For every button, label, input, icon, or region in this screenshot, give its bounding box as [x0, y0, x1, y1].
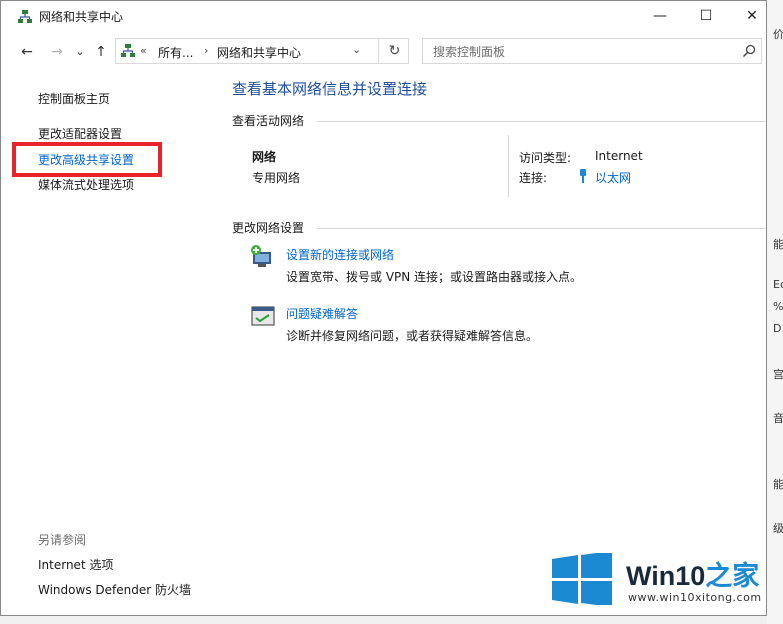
search-input[interactable]: [431, 42, 735, 62]
breadcrumb-separator[interactable]: ›: [204, 44, 208, 57]
section-divider: [317, 121, 765, 122]
active-networks-heading: 查看活动网络: [232, 114, 305, 128]
windows-logo-icon: [552, 553, 612, 605]
window-title: 网络和共享中心: [39, 10, 124, 24]
title-bar: 网络和共享中心 — ☐ ✕: [1, 1, 766, 31]
highlight-annotation: [12, 142, 162, 177]
minimize-button[interactable]: —: [637, 1, 683, 31]
background-text: 能: [773, 238, 783, 251]
network-center-icon: [121, 44, 135, 57]
up-button[interactable]: ↑: [91, 41, 111, 63]
troubleshoot-icon[interactable]: [250, 303, 276, 329]
recent-locations-button[interactable]: ⌄: [70, 41, 90, 63]
watermark-brand: Win10之家: [626, 561, 760, 591]
breadcrumb-all[interactable]: 所有...: [158, 44, 193, 61]
sidebar-item-internet-options[interactable]: Internet 选项: [38, 556, 113, 573]
background-window-strip: 价 能 Ec % D 宫 音 能 级: [767, 0, 783, 624]
background-text: 音: [773, 412, 783, 425]
watermark-url: www.win10xitong.com: [628, 591, 762, 604]
ethernet-icon[interactable]: [577, 168, 589, 184]
access-type-label: 访问类型:: [519, 151, 572, 165]
page-title: 查看基本网络信息并设置连接: [232, 80, 428, 98]
see-also-heading: 另请参阅: [38, 533, 87, 547]
sidebar-item-control-panel-home[interactable]: 控制面板主页: [38, 90, 110, 107]
ethernet-connection-link[interactable]: 以太网: [595, 169, 631, 186]
background-text: 价: [773, 28, 783, 41]
back-button[interactable]: ←: [17, 41, 37, 63]
sidebar-item-media-streaming[interactable]: 媒体流式处理选项: [38, 176, 134, 193]
win10-watermark: Win10之家 www.win10xitong.com: [550, 548, 783, 608]
setup-connection-desc: 设置宽带、拨号或 VPN 连接；或设置路由器或接入点。: [286, 270, 583, 284]
search-box[interactable]: [422, 38, 762, 64]
network-profile[interactable]: 专用网络: [252, 169, 300, 186]
breadcrumb-overflow[interactable]: «: [140, 44, 147, 57]
forward-button[interactable]: →: [47, 41, 67, 63]
troubleshoot-desc: 诊断并修复网络问题，或者获得疑难解答信息。: [286, 329, 539, 343]
vertical-divider: [508, 135, 509, 197]
change-settings-heading: 更改网络设置: [232, 221, 305, 235]
background-text: %: [773, 300, 783, 313]
maximize-button[interactable]: ☐: [683, 1, 729, 31]
connections-label: 连接:: [519, 171, 548, 185]
sidebar-item-adapter-settings[interactable]: 更改适配器设置: [38, 125, 122, 142]
sidebar-item-defender-firewall[interactable]: Windows Defender 防火墙: [38, 581, 191, 598]
address-bar[interactable]: « 所有... › 网络和共享中心 ⌄ ↻: [115, 38, 409, 64]
background-text: 能: [773, 478, 783, 491]
search-icon[interactable]: [741, 43, 757, 59]
network-name: 网络: [252, 150, 277, 164]
background-text: D: [773, 322, 782, 335]
address-dropdown-button[interactable]: ⌄: [352, 43, 361, 56]
network-center-icon: [18, 10, 32, 23]
control-panel-window: 网络和共享中心 — ☐ ✕ ← → ⌄ ↑ « 所有... › 网络和共享中心 …: [0, 0, 767, 616]
background-text: 级: [773, 522, 783, 535]
background-text: 宫: [773, 368, 783, 381]
breadcrumb-current[interactable]: 网络和共享中心: [217, 44, 301, 61]
section-divider: [317, 228, 765, 229]
troubleshoot-link[interactable]: 问题疑难解答: [286, 305, 358, 322]
refresh-button[interactable]: ↻: [378, 39, 410, 63]
new-connection-icon[interactable]: [250, 243, 276, 269]
background-text: Ec: [773, 278, 783, 291]
access-type-value: Internet: [595, 149, 643, 163]
setup-connection-link[interactable]: 设置新的连接或网络: [286, 246, 394, 263]
